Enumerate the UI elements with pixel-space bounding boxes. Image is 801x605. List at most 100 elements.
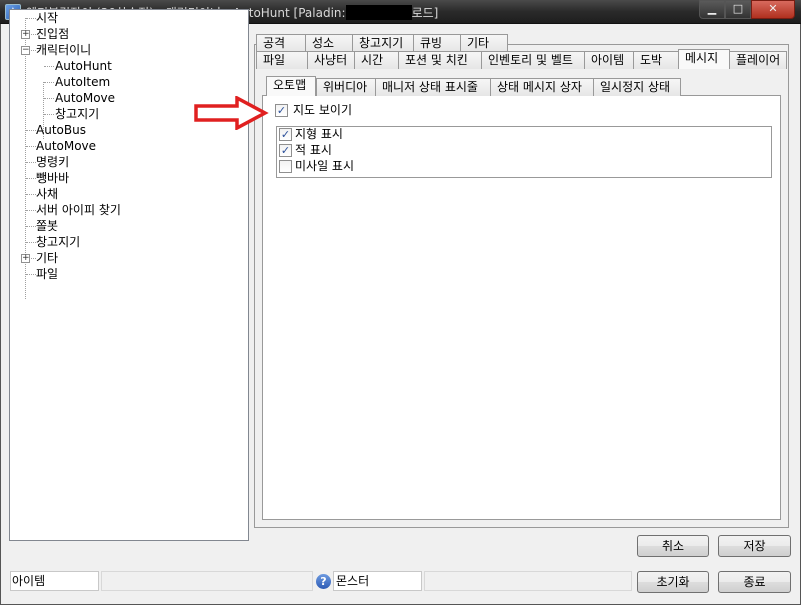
tab-item[interactable]: 아이템 <box>584 51 634 69</box>
monster-status-label: 몬스터 <box>336 574 370 588</box>
save-button[interactable]: 저장 <box>718 535 791 557</box>
subtab-status-message-box[interactable]: 상태 메시지 상자 <box>490 78 594 96</box>
subtab-wiverdia[interactable]: 위버디아 <box>316 78 376 96</box>
enemy-label: 적 표시 <box>295 143 332 157</box>
tree-item-etc[interactable]: 기타 <box>36 250 58 266</box>
tree-item-storage-sub[interactable]: 창고지기 <box>55 106 99 122</box>
tab-label: 일시정지 상태 <box>600 80 671 94</box>
tab-etc[interactable]: 기타 <box>460 34 508 52</box>
redacted-block <box>345 5 412 20</box>
tab-label: 인벤토리 및 벨트 <box>488 53 573 67</box>
tab-label: 포션 및 치킨 <box>405 53 468 67</box>
show-map-label: 지도 보이기 <box>293 103 353 117</box>
tab-label: 도박 <box>640 53 663 67</box>
tree-item-loan[interactable]: 사채 <box>36 186 58 202</box>
tree-connector <box>26 130 36 131</box>
tree-item-label: 기타 <box>36 251 59 265</box>
expand-icon[interactable]: + <box>21 30 30 39</box>
cancel-button[interactable]: 취소 <box>637 535 709 557</box>
settings-tree[interactable]: 시작 + 진입점 − 캐릭터이니 AutoHunt AutoItem AutoM… <box>9 9 249 541</box>
tree-item-entry[interactable]: 진입점 <box>36 26 69 42</box>
tree-item-autoitem[interactable]: AutoItem <box>55 74 110 90</box>
tree-item-autobus[interactable]: AutoBus <box>36 122 86 138</box>
collapse-icon[interactable]: − <box>21 46 30 55</box>
tree-connector <box>26 242 36 243</box>
close-button[interactable]: ✕ <box>751 0 795 19</box>
tab-label: 창고지기 <box>359 36 404 50</box>
window-title-end: 로드] <box>411 6 439 20</box>
item-status-value <box>101 571 313 591</box>
subtab-manager-statusbar[interactable]: 매니저 상태 표시줄 <box>375 78 491 96</box>
red-arrow-icon <box>194 96 269 130</box>
terrain-checkbox[interactable]: ✓ <box>279 128 292 141</box>
show-map-checkbox[interactable]: ✓ <box>275 104 288 117</box>
tree-item-server-ip[interactable]: 서버 아이피 찾기 <box>36 202 121 218</box>
tree-connector <box>44 66 54 67</box>
tab-label: 기타 <box>467 36 490 50</box>
tree-item-automove[interactable]: AutoMove <box>55 90 115 106</box>
minimize-button[interactable]: ▁ <box>699 0 725 19</box>
tab-time[interactable]: 시간 <box>354 51 399 69</box>
tree-connector <box>26 210 36 211</box>
tree-item-label: 캐릭터이니 <box>36 43 92 57</box>
subtab-automap[interactable]: 오토맵 <box>266 76 316 96</box>
tab-storage[interactable]: 창고지기 <box>352 34 414 52</box>
terrain-label: 지형 표시 <box>295 127 343 141</box>
tab-gamble[interactable]: 도박 <box>633 51 679 69</box>
enemy-checkbox[interactable]: ✓ <box>279 144 292 157</box>
tree-item-label: 뺑바바 <box>36 171 70 185</box>
tab-hunting-ground[interactable]: 사냥터 <box>307 51 355 69</box>
help-icon[interactable]: ? <box>316 574 331 589</box>
tab-cubing[interactable]: 큐빙 <box>413 34 461 52</box>
tree-item-label: 명령키 <box>36 155 70 169</box>
tree-item-start[interactable]: 시작 <box>36 10 58 26</box>
tree-item-label: AutoBus <box>36 123 86 137</box>
tree-connector <box>26 146 36 147</box>
tab-label: 메시지 <box>685 51 719 65</box>
tree-item-bbang[interactable]: 뺑바바 <box>36 170 69 186</box>
tree-item-file[interactable]: 파일 <box>36 266 58 282</box>
tab-player[interactable]: 플레이어 <box>729 51 787 69</box>
missile-label: 미사일 표시 <box>295 159 355 173</box>
tree-item-label: 사채 <box>36 187 59 201</box>
maximize-button[interactable]: □ <box>725 0 751 19</box>
tree-item-label: 시작 <box>36 11 59 25</box>
tree-connector <box>26 162 36 163</box>
item-status-text: 아이템 <box>12 574 46 588</box>
tree-item-label: AutoHunt <box>55 59 112 73</box>
tree-item-label: AutoMove <box>36 139 97 153</box>
tree-item-hotkey[interactable]: 명령키 <box>36 154 69 170</box>
monster-status-value <box>424 571 632 591</box>
tree-connector <box>44 82 54 83</box>
tab-message[interactable]: 메시지 <box>678 49 730 69</box>
tree-item-storage[interactable]: 창고지기 <box>36 234 80 250</box>
tab-label: 성소 <box>312 36 335 50</box>
tree-item-character[interactable]: 캐릭터이니 <box>36 42 91 58</box>
tree-item-label: 진입점 <box>36 27 70 41</box>
tree-item-follower-bot[interactable]: 쫄봇 <box>36 218 58 234</box>
tree-item-autohunt[interactable]: AutoHunt <box>55 58 112 74</box>
tree-item-label: 파일 <box>36 267 59 281</box>
tree-connector <box>26 194 36 195</box>
tab-label: 플레이어 <box>736 53 781 67</box>
subtab-pause-status[interactable]: 일시정지 상태 <box>593 78 681 96</box>
exit-button[interactable]: 종료 <box>718 571 791 593</box>
tab-shrine[interactable]: 성소 <box>305 34 353 52</box>
tree-connector <box>26 226 36 227</box>
expand-icon[interactable]: + <box>21 254 30 263</box>
tab-inventory-belt[interactable]: 인벤토리 및 벨트 <box>481 51 585 69</box>
reset-button[interactable]: 초기화 <box>637 571 709 593</box>
tab-label: 공격 <box>263 36 286 50</box>
tree-item-automove-2[interactable]: AutoMove <box>36 138 96 154</box>
tree-connector <box>26 18 36 19</box>
tree-item-label: 창고지기 <box>55 107 100 121</box>
tab-label: 오토맵 <box>273 78 307 92</box>
tab-label: 매니저 상태 표시줄 <box>382 80 478 94</box>
reset-button-label: 초기화 <box>656 575 690 589</box>
missile-checkbox[interactable] <box>279 160 292 173</box>
tree-item-label: 서버 아이피 찾기 <box>36 203 121 217</box>
tab-file[interactable]: 파일 <box>256 51 308 69</box>
tab-attack[interactable]: 공격 <box>256 34 306 52</box>
tab-potion-chicken[interactable]: 포션 및 치킨 <box>398 51 482 69</box>
tree-item-label: AutoMove <box>55 91 116 105</box>
